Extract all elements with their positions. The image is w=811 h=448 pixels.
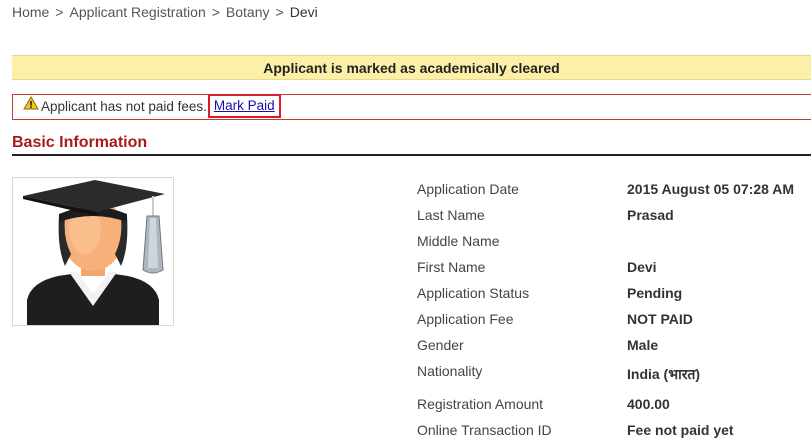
breadcrumb-current: Devi: [289, 4, 318, 20]
field-label: Gender: [417, 337, 464, 353]
fees-warning-text: Applicant has not paid fees.: [41, 99, 207, 114]
field-application-status: Application Status Pending: [417, 285, 811, 311]
breadcrumb-separator: >: [55, 4, 64, 20]
warning-triangle-icon: [23, 94, 39, 118]
field-first-name: First Name Devi: [417, 259, 811, 285]
field-application-fee: Application Fee NOT PAID: [417, 311, 811, 337]
field-label: Nationality: [417, 363, 483, 379]
breadcrumb-botany[interactable]: Botany: [226, 4, 270, 20]
field-label: Application Date: [417, 181, 519, 197]
field-value: Male: [627, 337, 659, 353]
fees-warning-notice: Applicant has not paid fees. Mark Paid: [12, 94, 811, 120]
field-value: 400.00: [627, 396, 670, 412]
mark-paid-link[interactable]: Mark Paid: [214, 98, 275, 113]
field-value: Fee not paid yet: [627, 422, 734, 438]
field-value: Pending: [627, 285, 683, 301]
academically-cleared-notice: Applicant is marked as academically clea…: [12, 55, 811, 80]
field-value: NOT PAID: [627, 311, 693, 327]
graduate-avatar-icon: [12, 177, 174, 326]
field-gender: Gender Male: [417, 337, 811, 363]
field-label: Last Name: [417, 207, 485, 223]
academically-cleared-text: Applicant is marked as academically clea…: [263, 60, 560, 76]
breadcrumb-separator: >: [275, 4, 284, 20]
field-online-transaction-id: Online Transaction ID Fee not paid yet: [417, 422, 811, 448]
basic-info-list: Application Date 2015 August 05 07:28 AM…: [417, 181, 811, 448]
field-nationality: Nationality India (भारत): [417, 363, 811, 396]
field-value: Prasad: [627, 207, 674, 223]
field-last-name: Last Name Prasad: [417, 207, 811, 233]
section-title: Basic Information: [12, 134, 811, 156]
field-application-date: Application Date 2015 August 05 07:28 AM: [417, 181, 811, 207]
field-label: Middle Name: [417, 233, 500, 249]
field-middle-name: Middle Name: [417, 233, 811, 259]
mark-paid-highlight: Mark Paid: [207, 94, 281, 118]
field-registration-amount: Registration Amount 400.00: [417, 396, 811, 422]
breadcrumb-separator: >: [211, 4, 220, 20]
field-label: Application Status: [417, 285, 530, 301]
field-value: Devi: [627, 259, 657, 275]
field-label: Registration Amount: [417, 396, 544, 412]
breadcrumb-applicant-registration[interactable]: Applicant Registration: [70, 4, 206, 20]
field-value: India (भारत): [627, 366, 701, 382]
breadcrumb-home[interactable]: Home: [12, 4, 49, 20]
field-label: First Name: [417, 259, 486, 275]
field-label: Online Transaction ID: [417, 422, 552, 438]
field-label: Application Fee: [417, 311, 514, 327]
field-value: 2015 August 05 07:28 AM: [627, 181, 795, 197]
breadcrumb: Home > Applicant Registration > Botany > Devi: [12, 4, 318, 20]
